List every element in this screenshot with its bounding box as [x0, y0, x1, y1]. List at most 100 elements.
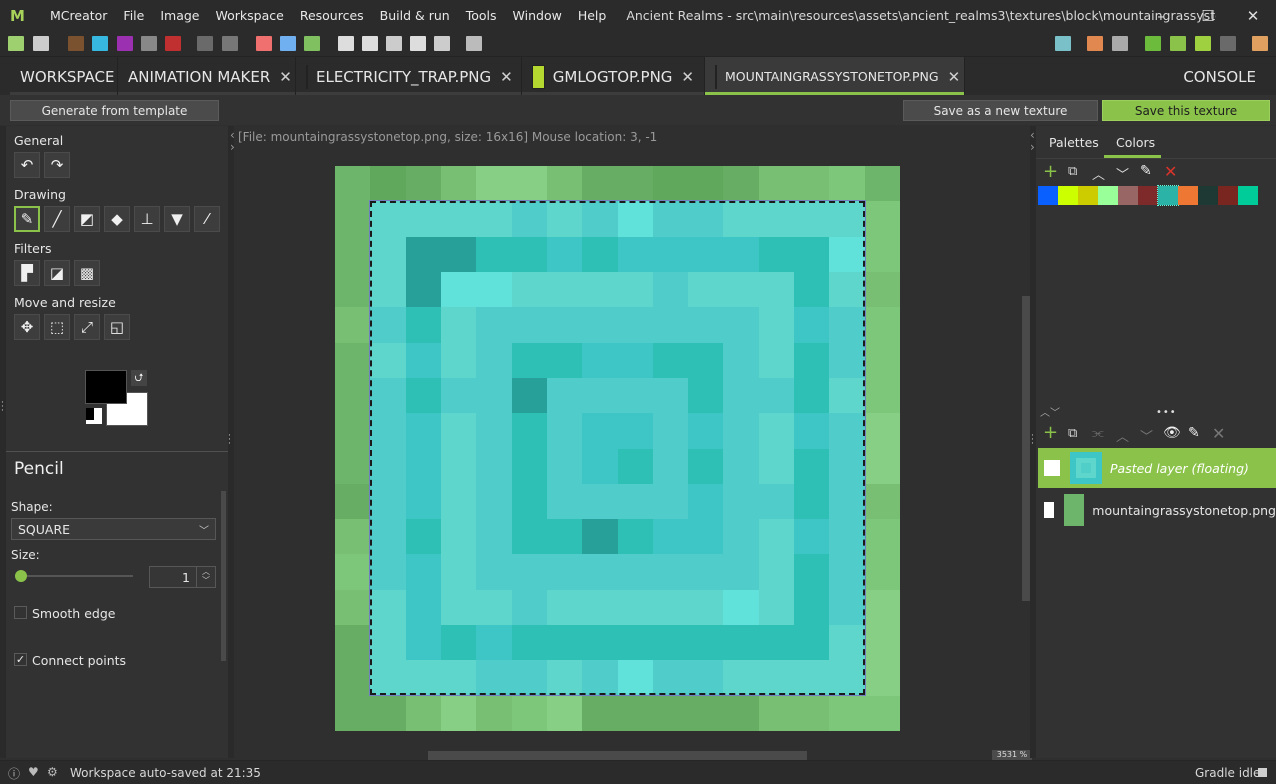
pixel[interactable] [476, 519, 512, 555]
pencil-icon[interactable]: ✎ [14, 206, 40, 232]
resize-icon[interactable]: ⤢ [74, 314, 100, 340]
color-swatch[interactable] [1198, 186, 1218, 205]
delete-color-icon[interactable]: ✕ [1164, 162, 1177, 181]
menu-build-run[interactable]: Build & run [372, 0, 458, 31]
pixel[interactable] [652, 519, 689, 555]
pixel[interactable] [335, 201, 371, 237]
pixel[interactable] [829, 342, 865, 378]
pixel[interactable] [864, 695, 900, 731]
pixel[interactable] [440, 413, 477, 449]
pixel[interactable] [476, 377, 512, 414]
pixel[interactable] [864, 660, 900, 696]
pixel[interactable] [864, 377, 900, 414]
pixel[interactable] [794, 413, 830, 449]
pixel[interactable] [476, 695, 512, 731]
pixel[interactable] [829, 483, 865, 520]
tab-palettes[interactable]: Palettes [1049, 135, 1099, 150]
donate-icon[interactable]: ♥ [28, 765, 39, 779]
pixel[interactable] [617, 307, 653, 343]
layer-visibility-checkbox[interactable] [1044, 460, 1060, 476]
pixel[interactable] [440, 625, 477, 661]
import-entity-texture-icon[interactable] [117, 36, 133, 51]
import-screen-texture-icon[interactable] [222, 36, 238, 51]
pixel[interactable] [440, 448, 477, 484]
pixel[interactable] [617, 625, 653, 661]
pixel[interactable] [476, 589, 512, 626]
pixel[interactable] [794, 201, 830, 237]
pixel[interactable] [335, 660, 371, 696]
pixel[interactable] [723, 660, 759, 696]
new-texture-icon[interactable] [8, 36, 24, 51]
pixel[interactable] [511, 342, 547, 378]
shape-icon[interactable]: ◩ [74, 206, 100, 232]
pixel[interactable] [829, 519, 865, 555]
pixel[interactable] [794, 236, 830, 272]
pixel[interactable] [582, 342, 618, 378]
delete-layer-icon[interactable]: ✕ [1212, 424, 1225, 443]
pixel[interactable] [582, 625, 618, 661]
pixel[interactable] [688, 554, 724, 590]
vertical-scrollbar[interactable] [1022, 296, 1030, 601]
pixel[interactable] [335, 413, 371, 449]
pixel[interactable] [723, 483, 759, 520]
pixel[interactable] [688, 236, 724, 272]
primary-color-swatch[interactable] [85, 370, 127, 404]
pixel[interactable] [617, 519, 653, 555]
pixel[interactable] [335, 448, 371, 484]
pixel[interactable] [405, 342, 441, 378]
duplicate-layer-icon[interactable]: ⧉ [1068, 426, 1077, 441]
export-icon[interactable] [1252, 36, 1268, 51]
pixel[interactable] [794, 519, 830, 555]
pixel[interactable] [405, 483, 441, 520]
import-painting-texture-icon[interactable] [197, 36, 213, 51]
pixel[interactable] [405, 166, 441, 202]
pixel[interactable] [829, 201, 865, 237]
connect-points-checkbox[interactable]: ✓ [14, 653, 27, 666]
pixel[interactable] [440, 483, 477, 520]
pixel[interactable] [440, 660, 477, 696]
layer-row[interactable]: mountaingrassystonetop.png [1038, 490, 1276, 530]
pixel[interactable] [652, 660, 689, 696]
pixel[interactable] [758, 589, 795, 626]
pixel[interactable] [546, 201, 583, 237]
merge-down-icon[interactable]: ⫘ [1092, 426, 1104, 441]
menu-mcreator[interactable]: MCreator [42, 0, 115, 31]
pixel[interactable] [864, 342, 900, 378]
pixel[interactable] [405, 377, 441, 414]
pixel[interactable] [617, 483, 653, 520]
pixel[interactable] [546, 166, 583, 202]
pixel[interactable] [370, 413, 406, 449]
pixel[interactable] [582, 554, 618, 590]
pixel[interactable] [688, 519, 724, 555]
color-swatch[interactable] [1238, 186, 1258, 205]
pixel[interactable] [758, 307, 795, 343]
pixel[interactable] [688, 307, 724, 343]
stamp-icon[interactable]: ⊥ [134, 206, 160, 232]
pixel[interactable] [794, 166, 830, 202]
layer-up-icon[interactable]: ︿ [1116, 426, 1129, 445]
pixel[interactable] [723, 342, 759, 378]
add-layer-icon[interactable]: + [1043, 423, 1058, 443]
pixel[interactable] [335, 589, 371, 626]
color-picker-icon[interactable]: ⁄ [194, 206, 220, 232]
pixel[interactable] [829, 625, 865, 661]
pixel[interactable] [723, 307, 759, 343]
new-element-2-icon[interactable] [362, 36, 378, 51]
pixel[interactable] [370, 307, 406, 343]
pixel[interactable] [794, 448, 830, 484]
pixel[interactable] [546, 625, 583, 661]
pixel[interactable] [476, 342, 512, 378]
pixel[interactable] [440, 236, 477, 272]
pixel[interactable] [582, 483, 618, 520]
gradle-build-icon[interactable] [1087, 36, 1103, 51]
pixel[interactable] [794, 377, 830, 414]
pixel[interactable] [546, 483, 583, 520]
pixel[interactable] [652, 589, 689, 626]
add-color-icon[interactable]: + [1043, 162, 1058, 182]
size-spinner[interactable]: 1 ︿ ﹀ [149, 566, 216, 588]
pixel[interactable] [335, 166, 371, 202]
pixel[interactable] [617, 166, 653, 202]
pixel[interactable] [405, 307, 441, 343]
run-client-icon[interactable] [1145, 36, 1161, 51]
pixel[interactable] [440, 166, 477, 202]
